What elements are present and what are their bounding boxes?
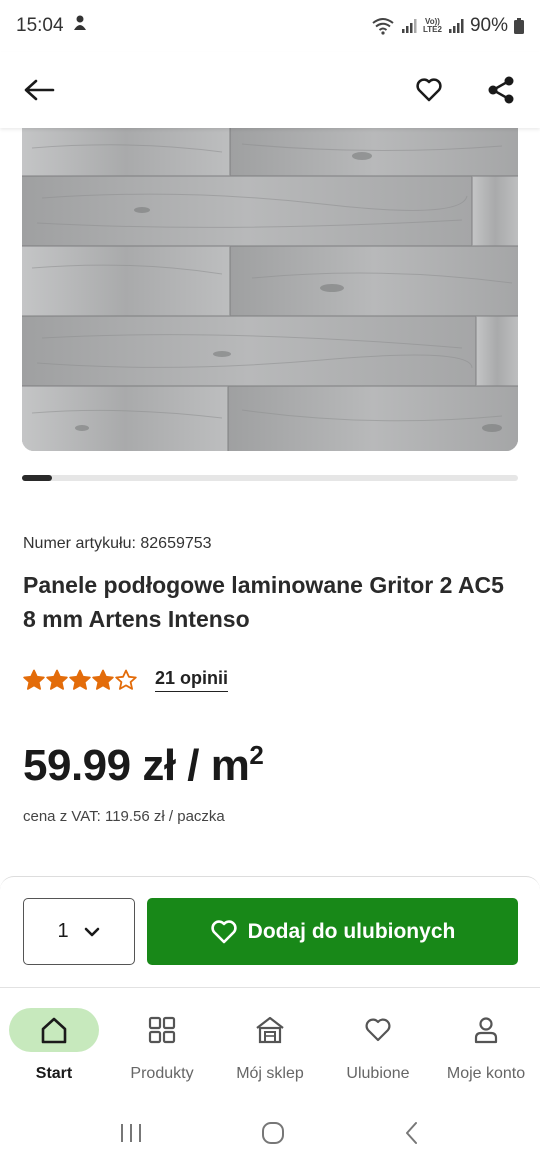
heart-outline-icon (365, 1018, 391, 1042)
action-bar: 1 Dodaj do ulubionych (0, 876, 540, 986)
battery-percent: 90% (469, 15, 508, 36)
favorite-button[interactable] (412, 73, 446, 107)
signal-icon (401, 18, 417, 34)
rating: 21 opinii (23, 668, 229, 692)
signal-icon-2 (448, 18, 464, 34)
back-button[interactable] (22, 73, 56, 107)
nav-start[interactable]: Start (0, 988, 108, 1097)
user-icon (474, 1017, 498, 1044)
nav-ulubione[interactable]: Ulubione (324, 988, 432, 1097)
wifi-icon (371, 17, 395, 35)
star-filled-icon (23, 669, 45, 690)
system-back-button[interactable] (402, 1120, 422, 1151)
nav-ulubione-icon-wrap (333, 1008, 423, 1052)
star-empty-icon (115, 669, 137, 690)
arrow-left-icon (24, 79, 55, 101)
nav-moj-sklep[interactable]: Mój sklep (216, 988, 324, 1097)
product-title: Panele podłogowe laminowane Gritor 2 AC5… (23, 572, 504, 632)
status-bar: 15:04 Vo)) LTE2 90% (0, 0, 540, 52)
star-filled-icon (46, 669, 68, 690)
status-left: 15:04 (16, 14, 88, 38)
chevron-down-icon (84, 927, 99, 936)
add-to-favorites-button[interactable]: Dodaj do ulubionych (147, 898, 518, 965)
wood-floor-image (22, 128, 518, 451)
share-icon (488, 76, 514, 104)
article-number: Numer artykułu: 82659753 (23, 535, 212, 552)
notification-icon (72, 14, 88, 38)
battery-icon (514, 18, 524, 34)
heart-icon (210, 919, 237, 943)
home-circle-icon (262, 1121, 284, 1144)
rating-stars (23, 669, 137, 691)
nav-start-label: Start (35, 1065, 73, 1082)
nav-produkty-label: Produkty (130, 1065, 194, 1082)
nav-moj-sklep-icon-wrap (225, 1008, 315, 1052)
price-unit-exponent: 2 (249, 740, 264, 770)
share-button[interactable] (484, 73, 518, 107)
nav-moje-konto-icon-wrap (441, 1008, 531, 1052)
recent-apps-button[interactable] (118, 1121, 144, 1150)
recent-apps-icon (121, 1123, 141, 1142)
home-icon (41, 1017, 67, 1044)
product-image[interactable] (22, 128, 518, 451)
store-icon (256, 1016, 284, 1044)
home-system-button[interactable] (260, 1120, 286, 1151)
bottom-nav: Start Produkty Mój sklep Ulubione Moje k… (0, 987, 540, 1097)
header-actions (412, 73, 518, 107)
nav-moje-konto[interactable]: Moje konto (432, 988, 540, 1097)
quantity-select[interactable]: 1 (23, 898, 135, 965)
nav-produkty[interactable]: Produkty (108, 988, 216, 1097)
star-filled-icon (69, 669, 91, 690)
add-to-favorites-label: Dodaj do ulubionych (247, 919, 456, 943)
app-header (0, 52, 540, 128)
nav-start-icon-wrap (9, 1008, 99, 1052)
nav-moje-konto-label: Moje konto (446, 1065, 526, 1082)
status-right: Vo)) LTE2 90% (371, 15, 524, 37)
carousel-progress (22, 475, 518, 481)
price-vat: cena z VAT: 119.56 zł / paczka (23, 808, 225, 825)
heart-outline-icon (416, 78, 442, 102)
price-value: 59.99 zł / m (23, 741, 250, 790)
star-filled-icon (92, 669, 114, 690)
quantity-value: 1 (57, 920, 69, 942)
nav-produkty-icon-wrap (117, 1008, 207, 1052)
price: 59.99 zł / m2 (23, 740, 264, 791)
chevron-left-icon (406, 1121, 417, 1144)
volte-icon: Vo)) LTE2 (423, 17, 442, 34)
carousel-progress-thumb (22, 475, 52, 481)
nav-moj-sklep-label: Mój sklep (236, 1065, 304, 1082)
grid-icon (148, 1016, 176, 1044)
system-nav (0, 1100, 540, 1170)
reviews-link[interactable]: 21 opinii (155, 668, 229, 692)
status-time: 15:04 (16, 15, 64, 36)
nav-ulubione-label: Ulubione (346, 1065, 410, 1082)
